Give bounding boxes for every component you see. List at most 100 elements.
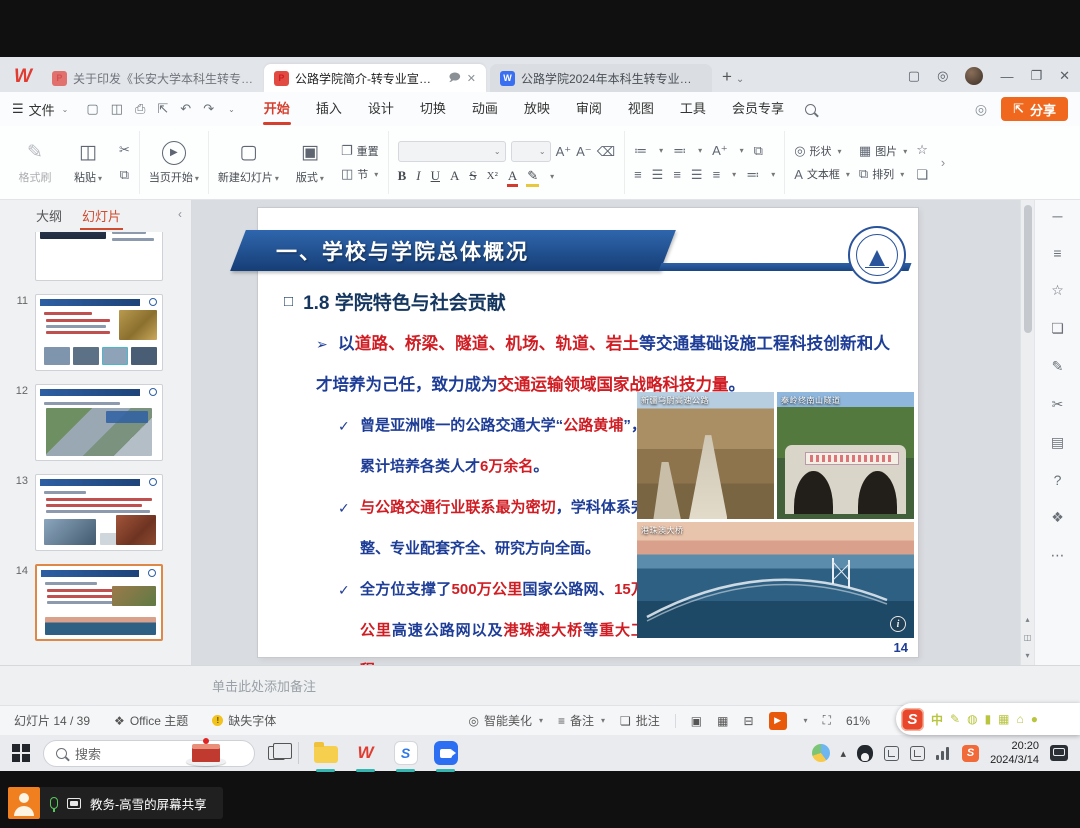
search-highlight-cake-icon[interactable] [184,734,228,768]
ribbon-more-chevron[interactable]: › [937,131,949,194]
italic-button[interactable]: I [416,168,420,184]
print-icon[interactable]: ⎙ [135,101,145,117]
format-painter-button[interactable]: ✎ 格式刷 [13,140,57,185]
share-button[interactable]: ⇱ 分享 [1001,97,1068,121]
new-doc-icon[interactable]: ▢ [86,101,98,117]
screen-share-indicator[interactable]: 教务-高雪的屏幕共享 [8,787,223,819]
scroll-up-icon[interactable]: ▴ [1025,615,1029,624]
vertical-scrollbar[interactable]: ▴ ◫ ▾ [1020,200,1034,665]
scrollbar-thumb[interactable] [1024,205,1032,333]
clock[interactable]: 20:20 2024/3/14 [990,739,1039,768]
slide-sorter-icon[interactable]: ▦ [717,714,728,728]
export-icon[interactable]: ⇱ [157,101,168,117]
task-view-icon[interactable] [268,746,285,760]
device-sync-icon[interactable]: ▢ [908,68,920,84]
tab-outline[interactable]: 大纲 [36,206,62,225]
tab-list-dropdown-icon[interactable]: ⌄ [736,74,744,85]
menu-tools[interactable]: 工具 [667,92,719,126]
ime-toolbox-icon[interactable]: ⌂ [1017,712,1024,726]
new-tab-button[interactable]: + [722,67,732,87]
decrease-font-icon[interactable]: A⁻ [576,144,592,160]
network-icon[interactable] [936,747,951,760]
paste-button[interactable]: ◫ 粘贴▾ [66,140,110,185]
notes-bar[interactable]: 单击此处添加备注 [0,665,1080,705]
taskbar-meeting-icon[interactable] [432,740,459,767]
section-button[interactable]: ◫ 节 ▾ [341,166,379,182]
numbering-icon[interactable]: ≕ [673,143,686,159]
ime-lang-icon[interactable]: 中 [931,711,943,728]
qat-dropdown-icon[interactable]: ⌄ [228,105,235,114]
sogou-logo-icon[interactable]: S [901,708,924,731]
tab-slides[interactable]: 幻灯片 [82,206,121,225]
font-more-dropdown-icon[interactable]: ▾ [550,172,554,181]
slide-canvas[interactable]: 一、学校与学院总体概况 □ 1.8 学院特色与社会贡献 ➢以道路、桥梁、隧道、机… [258,208,918,657]
ime-keyboard-icon[interactable]: ▦ [998,712,1009,726]
qq-penguin-icon[interactable] [857,745,873,762]
text-direction-icon[interactable]: A⁺ [712,143,728,159]
textbox-button[interactable]: A 文本框 ▾ [794,166,850,182]
numbering-dropdown-icon[interactable]: ▾ [698,146,702,155]
notification-center-icon[interactable] [1050,745,1068,761]
reset-button[interactable]: ❐ 重置 [341,143,379,159]
user-avatar[interactable] [965,67,983,85]
search-icon[interactable] [805,104,816,115]
ime-settings-icon[interactable]: ● [1031,712,1038,726]
zoom-level[interactable]: 61% [846,714,870,728]
clip-tools-icon[interactable]: ✂ [1052,396,1064,413]
align-center-icon[interactable]: ☰ [652,167,664,183]
properties-icon[interactable]: ≡ [1053,245,1061,261]
slide-thumbnail[interactable] [35,384,163,461]
char-spacing-button[interactable]: A [450,168,459,184]
superscript-button[interactable]: X² [487,170,498,182]
arrange-button[interactable]: ⧉ 排列 ▾ [859,166,907,182]
skin-icon[interactable]: ❖ [1051,509,1064,526]
normal-view-icon[interactable]: ▣ [691,714,702,728]
microphone-icon[interactable] [50,797,58,809]
taskbar-search[interactable]: 搜索 [43,740,255,767]
menu-home[interactable]: 开始 [251,92,303,126]
menu-view[interactable]: 视图 [615,92,667,126]
font-color-button[interactable]: A [508,168,517,184]
close-button[interactable]: ✕ [1059,68,1070,84]
menu-transitions[interactable]: 切换 [407,92,459,126]
slide-thumbnail[interactable] [35,294,163,371]
menu-slideshow[interactable]: 放映 [511,92,563,126]
slide-thumbnail[interactable] [35,232,163,281]
font-name-input[interactable]: ⌄ [398,141,506,162]
reading-view-icon[interactable]: ⊟ [743,714,753,728]
skin-settings-icon[interactable]: ◎ [937,68,948,84]
slide-thumbnail-selected[interactable] [35,564,163,641]
cut-icon[interactable]: ✂ [119,142,130,158]
thumbnail-row-13[interactable]: 13 [8,474,186,551]
layout-button[interactable]: ▣ 版式▾ [288,140,332,185]
slideshow-play-button[interactable]: ▶ [769,712,787,730]
paragraph-settings-icon[interactable]: ≕ [746,167,759,183]
taskbar-sogou-icon[interactable]: S [392,740,419,767]
menu-insert[interactable]: 插入 [303,92,355,126]
clear-format-icon[interactable]: ⌫ [597,144,615,160]
prev-slide-icon[interactable]: ◫ [1024,633,1032,642]
ime-mic-icon[interactable]: ▮ [985,712,992,726]
tab-comment-icon[interactable]: 🗩 [449,69,461,88]
menu-animations[interactable]: 动画 [459,92,511,126]
slide-thumbnail[interactable] [35,474,163,551]
taskbar-folder-app-icon[interactable] [312,740,339,767]
hidden-icons-chevron[interactable]: ▴ [841,747,847,760]
doc-tab-2-active[interactable]: P 公路学院简介-转专业宣讲.ppt 🗩 ✕ [264,64,486,92]
comments-icon[interactable]: ❏ [1051,320,1064,337]
menu-member[interactable]: 会员专享 [719,92,797,126]
bold-button[interactable]: B [398,168,407,184]
font-size-input[interactable]: ⌄ [511,141,551,162]
picture-button[interactable]: ▦ 图片 ▾ [859,143,907,159]
missing-font-warning[interactable]: ! 缺失字体 [212,712,276,729]
ime-wubi-icon[interactable]: ◍ [967,712,977,726]
info-icon[interactable]: i [890,616,906,632]
align-right-icon[interactable]: ≡ [673,167,681,182]
line-spacing-dropdown-icon[interactable]: ▾ [732,170,736,179]
notes-button[interactable]: ≡ 备注 ▾ [558,712,605,729]
fill-color-icon[interactable]: ☆ [916,142,928,158]
restore-button[interactable]: ❐ [1030,68,1042,84]
menu-design[interactable]: 设计 [355,92,407,126]
justify-icon[interactable]: ☰ [691,167,703,183]
thumbnail-row-14-selected[interactable]: 14 [8,564,186,641]
